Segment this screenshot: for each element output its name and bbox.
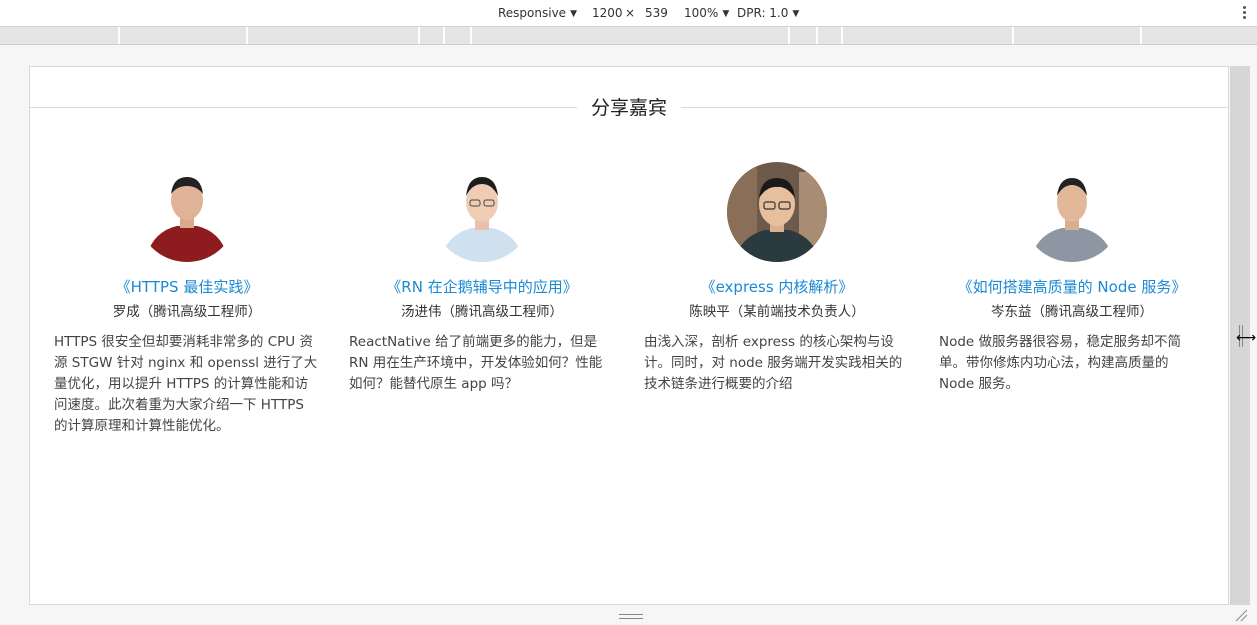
media-query-divider	[118, 27, 120, 44]
dpr-select[interactable]: DPR: 1.0 ▼	[737, 6, 799, 21]
speaker-card: 《express 内核解析》 陈映平（某前端技术负责人） 由浅入深，剖析 exp…	[644, 162, 910, 395]
more-options-icon[interactable]	[1243, 6, 1247, 21]
speaker-card: 《RN 在企鹅辅导中的应用》 汤进伟（腾讯高级工程师） ReactNative …	[349, 162, 615, 395]
media-query-divider	[443, 27, 445, 44]
resize-grip-icon	[619, 614, 643, 619]
talk-title-link[interactable]: 《express 内核解析》	[644, 277, 910, 297]
media-query-divider	[816, 27, 818, 44]
width-input[interactable]: 1200	[592, 6, 623, 20]
speaker-name: 罗成（腾讯高级工程师）	[112, 304, 262, 320]
speaker-avatar	[432, 162, 532, 262]
avatar-image	[727, 162, 827, 262]
speaker-avatar	[1022, 162, 1122, 262]
media-query-divider	[841, 27, 843, 44]
zoom-select-label: 100%	[684, 6, 719, 20]
device-select-label: Responsive	[498, 6, 567, 20]
device-select[interactable]: Responsive ▼	[498, 6, 577, 21]
caret-down-icon: ▼	[570, 9, 577, 19]
talk-title-link[interactable]: 《如何搭建高质量的 Node 服务》	[939, 277, 1205, 297]
speaker-name: 汤进伟（腾讯高级工程师）	[401, 304, 563, 320]
talk-title-link[interactable]: 《HTTPS 最佳实践》	[54, 277, 320, 297]
media-query-divider	[246, 27, 248, 44]
media-query-divider	[1140, 27, 1142, 44]
device-toolbar: Responsive ▼ 1200 × 539 100% ▼ DPR: 1.0 ▼	[0, 0, 1257, 27]
talk-description: HTTPS 很安全但却要消耗非常多的 CPU 资源 STGW 针对 nginx …	[54, 334, 318, 434]
speaker-name: 陈映平（某前端技术负责人）	[689, 304, 865, 320]
avatar-image	[137, 162, 237, 262]
speaker-card: 《HTTPS 最佳实践》 罗成（腾讯高级工程师） HTTPS 很安全但却要消耗非…	[54, 162, 320, 437]
media-query-divider	[418, 27, 420, 44]
dimensions-separator: ×	[625, 6, 636, 20]
avatar-image	[432, 162, 532, 262]
media-query-divider	[1012, 27, 1014, 44]
speaker-card: 《如何搭建高质量的 Node 服务》 岑东益（腾讯高级工程师） Node 做服务…	[939, 162, 1205, 395]
emulated-viewport: 分享嘉宾 《HTTPS 最佳实践》 罗成（腾讯高级工程师） HTTPS 很安全但…	[29, 66, 1229, 605]
height-input[interactable]: 539	[645, 6, 668, 20]
speaker-name: 岑东益（腾讯高级工程师）	[991, 304, 1153, 320]
speaker-avatar	[137, 162, 237, 262]
caret-down-icon: ▼	[792, 9, 800, 19]
resize-cursor-icon: ⟷	[1236, 330, 1257, 346]
media-query-bar[interactable]	[0, 27, 1257, 45]
talk-description: ReactNative 给了前端更多的能力，但是 RN 用在生产环境中，开发体验…	[349, 334, 603, 392]
section-header: 分享嘉宾	[30, 94, 1228, 124]
speaker-avatar	[727, 162, 827, 262]
zoom-select[interactable]: 100% ▼	[684, 6, 729, 21]
caret-down-icon: ▼	[722, 9, 730, 19]
bottom-resize-handle[interactable]	[29, 606, 1229, 625]
corner-resize-icon[interactable]	[1234, 608, 1248, 622]
media-query-divider	[788, 27, 790, 44]
talk-title-link[interactable]: 《RN 在企鹅辅导中的应用》	[349, 277, 615, 297]
section-title: 分享嘉宾	[576, 94, 682, 122]
talk-description: Node 做服务器很容易，稳定服务却不简单。带你修炼内功心法，构建高质量的 No…	[939, 334, 1182, 392]
dpr-select-label: DPR: 1.0	[737, 6, 789, 20]
avatar-image	[1022, 162, 1122, 262]
media-query-divider	[470, 27, 472, 44]
talk-description: 由浅入深，剖析 express 的核心架构与设计。同时，对 node 服务端开发…	[644, 334, 903, 392]
